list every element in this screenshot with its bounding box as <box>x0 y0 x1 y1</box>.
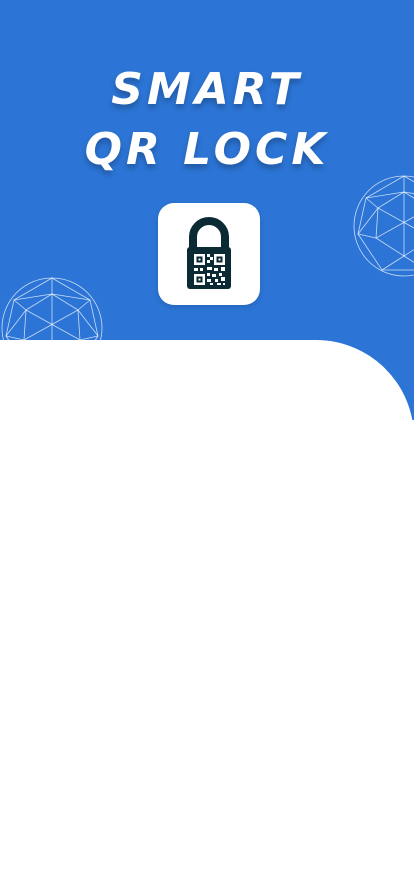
qr-padlock-icon <box>187 217 231 289</box>
app-title-line2: QR LOCK <box>84 124 330 175</box>
splash-screen: SMART QR LOCK <box>0 0 414 896</box>
wireframe-globe-right-icon <box>353 175 414 277</box>
app-title-line1: SMART <box>111 64 303 115</box>
app-logo <box>158 203 260 305</box>
content-sheet <box>0 340 414 896</box>
